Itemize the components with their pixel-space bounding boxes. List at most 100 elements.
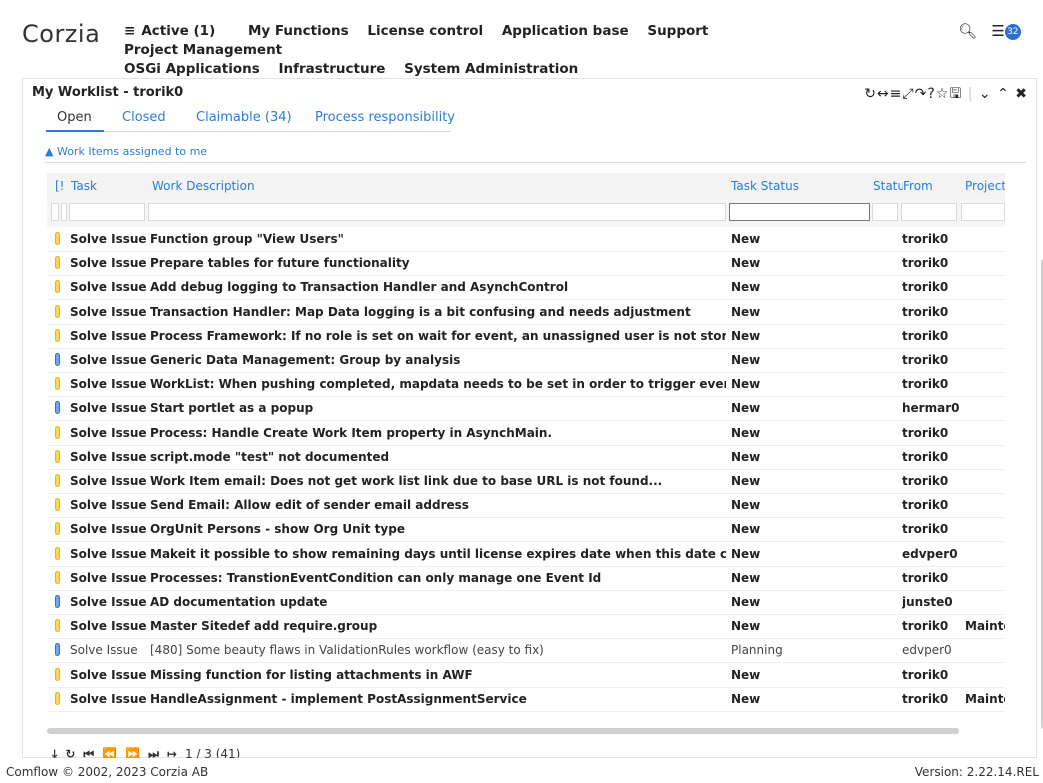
cell-work-description[interactable]: AD documentation update [150, 595, 726, 609]
tab-claimable[interactable]: Claimable (34) [196, 110, 292, 125]
cell-work-description[interactable]: Send Email: Allow edit of sender email a… [150, 498, 726, 512]
cell-work-description[interactable]: [480] Some beauty flaws in ValidationRul… [150, 643, 726, 657]
filter-work-description[interactable] [148, 203, 726, 221]
fullscreen-icon[interactable]: ⤢ [902, 86, 914, 102]
cell-task[interactable]: Solve Issue [70, 522, 146, 536]
table-row[interactable]: Solve Issue Send Email: Allow edit of sen… [47, 493, 1005, 519]
cell-task[interactable]: Solve Issue [70, 474, 146, 488]
cell-work-description[interactable]: Generic Data Management: Group by analys… [150, 353, 726, 367]
close-icon[interactable]: ✖ [1015, 86, 1028, 102]
filter-task[interactable] [69, 203, 145, 221]
resize-icon[interactable]: ↔ [877, 86, 890, 102]
help-icon[interactable]: ? [927, 86, 935, 102]
cell-work-description[interactable]: Process Framework: If no role is set on … [150, 329, 726, 343]
search-icon[interactable]: 🔍︎ [958, 22, 977, 40]
nav-item-application-base[interactable]: Application base [502, 22, 629, 41]
star-icon[interactable]: ☆ [936, 86, 950, 102]
column-header-work-description[interactable]: Work Description [152, 179, 255, 193]
nav-item-system-administration[interactable]: System Administration [404, 60, 578, 79]
nav-item-infrastructure[interactable]: Infrastructure [278, 60, 385, 79]
cell-work-description[interactable]: Work Item email: Does not get work list … [150, 474, 726, 488]
expand-icon[interactable]: ⌃ [997, 86, 1010, 102]
cell-work-description[interactable]: Function group "View Users" [150, 232, 726, 246]
cell-task[interactable]: Solve Issue [70, 305, 146, 319]
collapse-icon[interactable]: ⌄ [979, 86, 992, 102]
cell-task[interactable]: Solve Issue [70, 353, 146, 367]
filter-status[interactable] [872, 203, 898, 221]
cell-task[interactable]: Solve Issue [70, 498, 146, 512]
cell-work-description[interactable]: Add debug logging to Transaction Handler… [150, 280, 726, 294]
nav-item-support[interactable]: Support [647, 22, 708, 41]
column-header-status[interactable]: Statu [873, 179, 903, 193]
cell-task[interactable]: Solve Issue [70, 256, 146, 270]
cell-task[interactable]: Solve Issue [70, 643, 146, 657]
table-row[interactable]: Solve Issue Master Sitedef add require.gr… [47, 614, 1005, 640]
table-row[interactable]: Solve Issue Add debug logging to Transact… [47, 275, 1005, 301]
cell-task[interactable]: Solve Issue [70, 668, 146, 682]
cell-work-description[interactable]: Transaction Handler: Map Data logging is… [150, 305, 726, 319]
table-row[interactable]: Solve Issue Work Item email: Does not get… [47, 469, 1005, 494]
table-row[interactable]: Solve Issue [480] Some beauty flaws in Va… [47, 638, 1005, 664]
cell-work-description[interactable]: Prepare tables for future functionality [150, 256, 726, 270]
save-icon[interactable]: 🖫 [949, 86, 962, 102]
table-row[interactable]: Solve Issue Start portlet as a popup New he… [47, 396, 1005, 422]
cell-work-description[interactable]: WorkList: When pushing completed, mapdat… [150, 377, 726, 391]
worklist-icon[interactable]: ☰ [991, 22, 1004, 40]
menu-icon[interactable]: ≡ [890, 86, 903, 102]
cell-work-description[interactable]: script.mode "test" not documented [150, 450, 726, 464]
refresh-icon[interactable]: ↻ [864, 86, 877, 102]
horizontal-scrollbar[interactable] [47, 728, 959, 734]
nav-item-license-control[interactable]: License control [367, 22, 483, 41]
table-row[interactable]: Solve Issue OrgUnit Persons - show Org Un… [47, 517, 1005, 543]
nav-item-project-management[interactable]: Project Management [124, 41, 282, 60]
table-row[interactable]: Solve Issue Processes: TranstionEventCond… [47, 566, 1005, 591]
nav-item-my-functions[interactable]: My Functions [248, 22, 349, 41]
column-header-priority[interactable]: [! [55, 179, 65, 193]
table-row[interactable]: Solve Issue script.mode "test" not docume… [47, 445, 1005, 470]
filter-flag[interactable] [61, 203, 67, 221]
section-toggle[interactable]: ▲ Work Items assigned to me [45, 145, 207, 158]
filter-task-status[interactable] [729, 203, 870, 221]
cell-work-description[interactable]: Start portlet as a popup [150, 401, 726, 415]
cell-task[interactable]: Solve Issue [70, 595, 146, 609]
cell-task[interactable]: Solve Issue [70, 232, 146, 246]
cell-task[interactable]: Solve Issue [70, 450, 146, 464]
cell-work-description[interactable]: Missing function for listing attachments… [150, 668, 726, 682]
share-icon[interactable]: ↷ [915, 86, 928, 102]
table-row[interactable]: Solve Issue Process: Handle Create Work I… [47, 421, 1005, 446]
cell-work-description[interactable]: Process: Handle Create Work Item propert… [150, 426, 726, 440]
cell-task[interactable]: Solve Issue [70, 426, 146, 440]
tab-open[interactable]: Open [57, 110, 92, 125]
column-header-project[interactable]: Project [965, 179, 1005, 193]
column-header-from[interactable]: From [903, 179, 933, 193]
filter-from[interactable] [901, 203, 957, 221]
cell-work-description[interactable]: Makeit it possible to show remaining day… [150, 547, 726, 561]
table-row[interactable]: Solve Issue Makeit it possible to show re… [47, 542, 1005, 567]
table-row[interactable]: Solve Issue HandleAssignment - implement … [47, 687, 1005, 712]
cell-work-description[interactable]: HandleAssignment - implement PostAssignm… [150, 692, 726, 706]
cell-work-description[interactable]: OrgUnit Persons - show Org Unit type [150, 522, 726, 536]
tab-closed[interactable]: Closed [122, 110, 166, 125]
cell-task[interactable]: Solve Issue [70, 571, 146, 585]
filter-project[interactable] [961, 203, 1005, 221]
table-row[interactable]: Solve Issue AD documentation update New jun… [47, 590, 1005, 615]
table-row[interactable]: Solve Issue Generic Data Management: Grou… [47, 348, 1005, 373]
cell-task[interactable]: Solve Issue [70, 329, 146, 343]
tab-process-responsibility[interactable]: Process responsibility [315, 110, 455, 125]
cell-task[interactable]: Solve Issue [70, 401, 146, 415]
table-row[interactable]: Solve Issue Function group "View Users" Ne… [47, 227, 1005, 252]
table-row[interactable]: Solve Issue Missing function for listing … [47, 663, 1005, 688]
table-row[interactable]: Solve Issue Transaction Handler: Map Data… [47, 300, 1005, 325]
cell-work-description[interactable]: Processes: TranstionEventCondition can o… [150, 571, 726, 585]
column-header-task[interactable]: Task [71, 179, 97, 193]
filter-priority[interactable] [51, 203, 59, 221]
cell-task[interactable]: Solve Issue [70, 377, 146, 391]
table-row[interactable]: Solve Issue WorkList: When pushing comple… [47, 372, 1005, 398]
cell-work-description[interactable]: Master Sitedef add require.group [150, 619, 726, 633]
cell-task[interactable]: Solve Issue [70, 692, 146, 706]
column-header-task-status[interactable]: Task Status [731, 179, 799, 193]
nav-item-osgi-applications[interactable]: OSGi Applications [124, 60, 260, 79]
cell-task[interactable]: Solve Issue [70, 547, 146, 561]
nav-item-active[interactable]: ≡ Active (1) [124, 22, 229, 41]
cell-task[interactable]: Solve Issue [70, 619, 146, 633]
